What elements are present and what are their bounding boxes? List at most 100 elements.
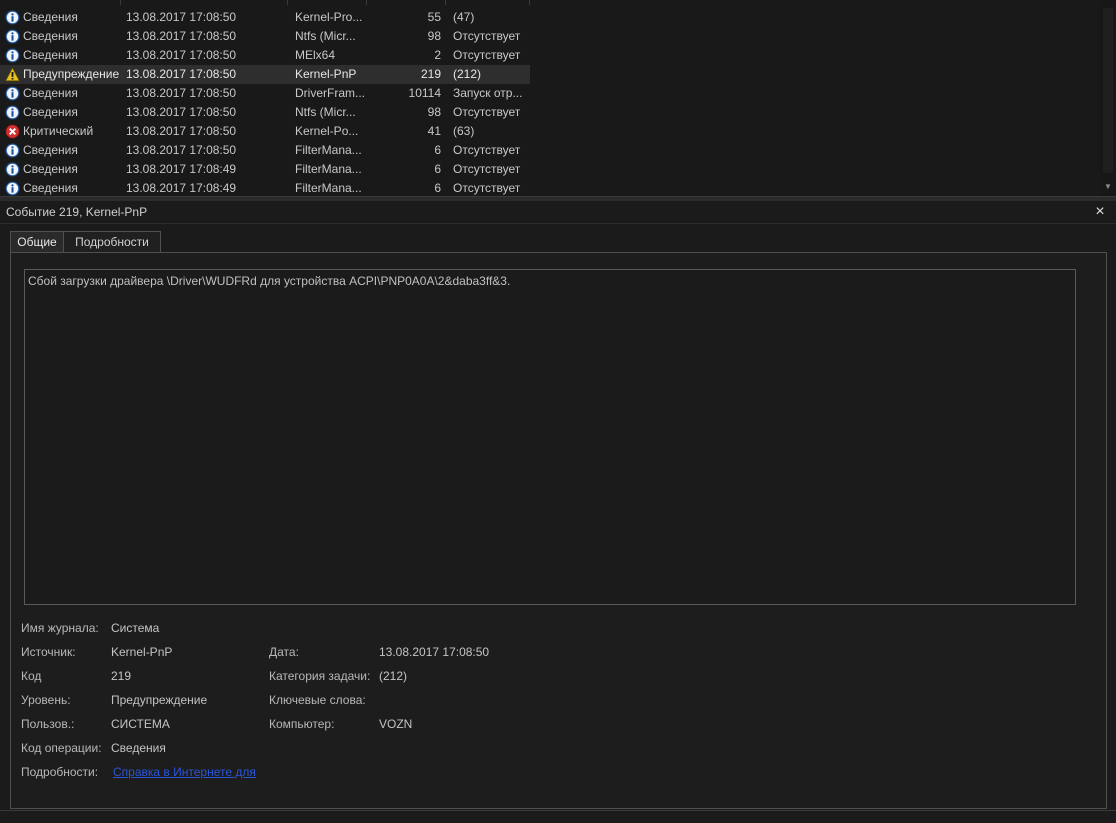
log-name-label: Имя журнала: (21, 621, 99, 635)
table-row[interactable]: Сведения 13.08.2017 17:08:49 FilterMana...… (0, 160, 530, 179)
opcode-label: Код операции: (21, 741, 102, 755)
task-category-value: (212) (379, 669, 408, 683)
keywords-label: Ключевые слова: (269, 693, 366, 707)
date-cell: 13.08.2017 17:08:50 (126, 124, 237, 138)
general-tab-panel: Сбой загрузки драйвера \Driver\WUDFRd дл… (10, 252, 1107, 809)
level-cell: Сведения (23, 10, 78, 24)
user-label: Пользов.: (21, 717, 75, 731)
info-icon (5, 143, 20, 158)
info-icon (5, 181, 20, 196)
date-cell: 13.08.2017 17:08:49 (126, 181, 237, 195)
event-list[interactable]: Сведения 13.08.2017 17:08:50 Kernel-Pro...… (0, 0, 1116, 196)
table-row[interactable]: Сведения 13.08.2017 17:08:50 Kernel-Pro...… (0, 8, 530, 27)
task-category-label: Категория задачи: (269, 669, 371, 683)
info-icon (5, 86, 20, 101)
date-cell: 13.08.2017 17:08:50 (126, 48, 237, 62)
info-icon (5, 105, 20, 120)
event-message-text: Сбой загрузки драйвера \Driver\WUDFRd дл… (28, 274, 511, 288)
date-value: 13.08.2017 17:08:50 (379, 645, 490, 659)
tab-general[interactable]: Общие (10, 231, 64, 254)
list-scrollbar[interactable]: ▼ (1100, 0, 1116, 196)
code-label: Код (21, 669, 42, 683)
event-id-cell: 41 (427, 124, 441, 138)
info-icon (5, 162, 20, 177)
source-cell: Kernel-Po... (295, 124, 359, 138)
column-header-category[interactable] (446, 0, 530, 5)
table-row[interactable]: Сведения 13.08.2017 17:08:50 MElx64 2 Отсутс… (0, 46, 530, 65)
source-cell: DriverFram... (295, 86, 365, 100)
details-header: Событие 219, Kernel-PnP × (0, 201, 1116, 224)
level-cell: Сведения (23, 143, 78, 157)
level-cell: Критический (23, 124, 94, 138)
column-header-id[interactable] (367, 0, 446, 5)
more-info-label: Подробности: (21, 765, 99, 779)
table-row[interactable]: Сведения 13.08.2017 17:08:49 FilterMana...… (0, 179, 530, 196)
event-id-cell: 219 (420, 67, 441, 81)
date-cell: 13.08.2017 17:08:50 (126, 143, 237, 157)
user-value: СИСТЕМА (111, 717, 170, 731)
opcode-value: Сведения (111, 741, 166, 755)
computer-label: Компьютер: (269, 717, 335, 731)
event-id-cell: 2 (434, 48, 441, 62)
date-cell: 13.08.2017 17:08:50 (126, 105, 237, 119)
event-id-cell: 98 (427, 29, 441, 43)
source-cell: Ntfs (Micr... (295, 105, 356, 119)
task-category-cell: Отсутствует (453, 105, 521, 119)
details-title: Событие 219, Kernel-PnP (6, 205, 148, 219)
source-cell: MElx64 (295, 48, 336, 62)
log-name-value: Система (111, 621, 160, 635)
info-icon (5, 29, 20, 44)
table-row[interactable]: Сведения 13.08.2017 17:08:50 Ntfs (Micr...… (0, 103, 530, 122)
source-value: Kernel-PnP (111, 645, 173, 659)
source-cell: FilterMana... (295, 162, 362, 176)
level-cell: Сведения (23, 86, 78, 100)
level-cell: Сведения (23, 29, 78, 43)
date-cell: 13.08.2017 17:08:50 (126, 29, 237, 43)
tab-details[interactable]: Подробности (63, 231, 161, 254)
level-cell: Предупреждение (23, 67, 120, 81)
event-id-cell: 6 (434, 143, 441, 157)
date-label: Дата: (269, 645, 299, 659)
level-cell: Сведения (23, 181, 78, 195)
source-cell: FilterMana... (295, 181, 362, 195)
level-value: Предупреждение (111, 693, 208, 707)
column-header-date[interactable] (120, 0, 288, 5)
warning-icon (5, 67, 20, 82)
scroll-down-arrow-icon[interactable]: ▼ (1100, 180, 1116, 194)
date-cell: 13.08.2017 17:08:50 (126, 86, 237, 100)
date-cell: 13.08.2017 17:08:49 (126, 162, 237, 176)
critical-icon (5, 124, 20, 139)
event-id-cell: 98 (427, 105, 441, 119)
table-row[interactable]: Критический 13.08.2017 17:08:50 Kernel-Po.… (0, 122, 530, 141)
close-details-button[interactable]: × (1092, 202, 1108, 222)
event-message-box[interactable]: Сбой загрузки драйвера \Driver\WUDFRd дл… (24, 269, 1076, 605)
column-header-source[interactable] (288, 0, 367, 5)
task-category-cell: Отсутствует (453, 181, 521, 195)
task-category-cell: Отсутствует (453, 48, 521, 62)
list-column-header (0, 0, 1100, 6)
table-row[interactable]: Предупреждение 13.08.2017 17:08:50 Kernel-… (0, 65, 530, 84)
event-id-cell: 10114 (408, 86, 441, 100)
task-category-cell: (212) (453, 67, 482, 81)
task-category-cell: Отсутствует (453, 143, 521, 157)
source-cell: FilterMana... (295, 143, 362, 157)
table-row[interactable]: Сведения 13.08.2017 17:08:50 DriverFram...… (0, 84, 530, 103)
code-value: 219 (111, 669, 132, 683)
table-row[interactable]: Сведения 13.08.2017 17:08:50 FilterMana...… (0, 141, 530, 160)
computer-value: VOZN (379, 717, 413, 731)
level-cell: Сведения (23, 105, 78, 119)
task-category-cell: Отсутствует (453, 162, 521, 176)
source-cell: Ntfs (Micr... (295, 29, 356, 43)
source-cell: Kernel-PnP (295, 67, 357, 81)
task-category-cell: (47) (453, 10, 475, 24)
event-id-cell: 6 (434, 162, 441, 176)
online-help-link[interactable]: Справка в Интернете для (113, 764, 256, 780)
scrollbar-thumb[interactable] (1103, 8, 1113, 173)
info-icon (5, 48, 20, 63)
event-id-cell: 6 (434, 181, 441, 195)
task-category-cell: Запуск отр... (453, 86, 523, 100)
table-row[interactable]: Сведения 13.08.2017 17:08:50 Ntfs (Micr...… (0, 27, 530, 46)
column-header-level[interactable] (0, 0, 121, 5)
task-category-cell: (63) (453, 124, 475, 138)
level-cell: Сведения (23, 48, 78, 62)
